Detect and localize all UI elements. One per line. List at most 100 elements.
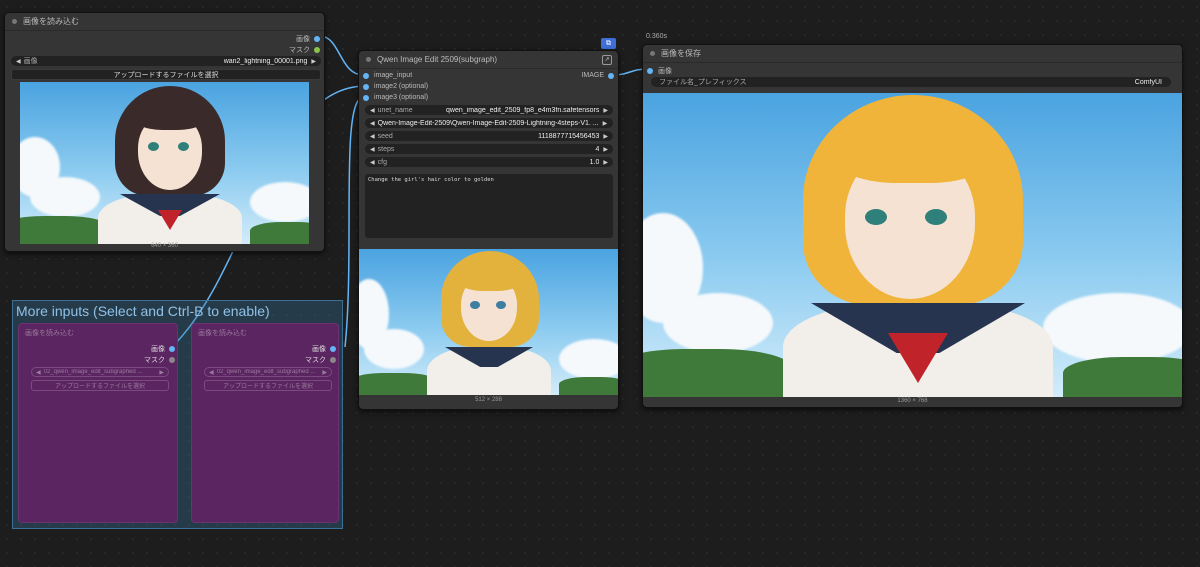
widget-label: unet_name [377,106,413,114]
seed-widget[interactable]: ◀ seed 1118877715456453 ▶ [365,131,613,141]
qwen-title-text: Qwen Image Edit 2509(subgraph) [377,55,498,64]
group-title[interactable]: More inputs (Select and Ctrl-B to enable… [13,301,342,321]
save-title-text: 画像を保存 [661,49,701,58]
load-image-title[interactable]: 画像を読み込む [5,13,324,31]
node-dot-icon [12,19,17,24]
output-image-label: 画像 [151,346,165,353]
lora-name-widget[interactable]: ◀ Qwen-Image-Edit-2509\Qwen-Image-Edit-2… [365,118,613,128]
arrow-left-icon[interactable]: ◀ [370,120,375,127]
output-image-label: IMAGE [581,72,604,79]
output-mask-slot[interactable]: マスク [289,45,320,55]
prefix-label: ファイル名_プレフィックス [659,79,747,86]
arrow-left-icon[interactable]: ◀ [36,369,41,376]
output-mask-slot[interactable]: マスク [144,355,175,365]
load-image-node[interactable]: 画像を読み込む 画像 マスク ◀ 画像 wan2_lightning_00001… [4,12,325,252]
arrow-left-icon[interactable]: ◀ [370,133,375,140]
image2-label: image2 (optional) [374,83,429,90]
image-widget-value: 02_qwen_image_edit_subgraphed ... [43,369,143,375]
arrow-right-icon[interactable]: ▶ [159,369,164,376]
input-image-input-slot[interactable]: image_input [363,72,412,79]
saved-image-dimensions: 1360 × 768 [897,398,928,404]
output-image-label: 画像 [312,346,326,353]
input-image-dimensions: 640 × 360 [151,243,178,249]
input-image3-slot[interactable]: image3 (optional) [363,94,428,101]
image-widget-label: 画像 [23,58,38,65]
output-mask-dot[interactable] [314,47,320,53]
image-file-widget[interactable]: ◀ 画像 wan2_lightning_00001.png ▶ [11,56,321,66]
qwen-subgraph-node[interactable]: Qwen Image Edit 2509(subgraph) ↗ image_i… [358,50,619,410]
arrow-right-icon[interactable]: ▶ [322,369,327,376]
widget-value: qwen_image_edit_2509_fp8_e4m3fn.safetens… [446,106,600,114]
upload-file-button[interactable]: アップロードするファイルを選択 [11,69,321,80]
save-image-title[interactable]: 画像を保存 [643,45,1182,63]
output-image-slot[interactable]: IMAGE [581,72,614,79]
output-image-dot[interactable] [330,346,336,352]
output-mask-label: マスク [289,47,310,54]
node-dot-icon [650,51,655,56]
unet-name-widget[interactable]: ◀ unet_name qwen_image_edit_2509_fp8_e4m… [365,105,613,115]
output-image-dot[interactable] [608,72,614,79]
image-input-label: image_input [374,72,413,79]
image-widget-value: wan2_lightning_00001.png [223,57,308,65]
output-image-dot[interactable] [314,36,320,42]
bypassed-load-image-node-2[interactable]: 画像を読み込む 画像 マスク ◀ 02_qwen_image_edit_subg… [191,323,339,523]
output-image-dot[interactable] [169,346,175,352]
image3-dot[interactable] [363,94,369,101]
image-widget-value: 02_qwen_image_edit_subgraphed ... [216,369,316,375]
arrow-right-icon[interactable]: ▶ [603,120,608,127]
qwen-node-title[interactable]: Qwen Image Edit 2509(subgraph) [359,51,618,69]
input-image-slot[interactable]: 画像 [647,66,672,76]
widget-label: steps [377,145,395,153]
upload-file-button[interactable]: アップロードするファイルを選択 [31,380,169,391]
image-file-widget[interactable]: ◀ 02_qwen_image_edit_subgraphed ... ▶ [204,367,332,377]
widget-value: 4 [595,145,600,153]
widget-value: Qwen-Image-Edit-2509\Qwen-Image-Edit-250… [377,119,599,127]
arrow-left-icon[interactable]: ◀ [370,159,375,166]
save-image-node[interactable]: 画像を保存 画像 ファイル名_プレフィックス ComfyUI 1360 × 76… [642,44,1183,408]
cfg-widget[interactable]: ◀ cfg 1.0 ▶ [365,157,613,167]
output-image-label: 画像 [296,36,310,43]
load-image-title-text: 画像を読み込む [23,17,79,26]
output-mask-dot[interactable] [169,357,175,363]
arrow-right-icon[interactable]: ▶ [603,107,608,114]
bypassed-load-image-node-1[interactable]: 画像を読み込む 画像 マスク ◀ 02_qwen_image_edit_subg… [18,323,178,523]
arrow-left-icon[interactable]: ◀ [209,369,214,376]
output-mask-dot[interactable] [330,357,336,363]
widget-label: cfg [377,158,387,166]
wire-image-to-image-input [319,35,364,76]
input-image-label: 画像 [658,68,672,75]
enter-subgraph-icon[interactable]: ↗ [602,55,612,65]
output-mask-label: マスク [305,357,326,364]
widget-value: 1118877715456453 [538,132,600,140]
bypassed-node-title: 画像を読み込む [198,330,247,337]
output-image-slot[interactable]: 画像 [151,344,175,354]
image3-label: image3 (optional) [374,94,429,101]
arrow-right-icon[interactable]: ▶ [603,133,608,140]
steps-widget[interactable]: ◀ steps 4 ▶ [365,144,613,154]
output-image-preview [359,249,618,395]
arrow-right-icon[interactable]: ▶ [603,159,608,166]
bypassed-node-title: 画像を読み込む [25,330,74,337]
output-mask-slot[interactable]: マスク [305,355,336,365]
arrow-left-icon[interactable]: ◀ [370,146,375,153]
arrow-left-icon[interactable]: ◀ [370,107,375,114]
input-image-preview [20,82,309,244]
filename-prefix-field[interactable]: ファイル名_プレフィックス ComfyUI [651,77,1171,87]
image-input-dot[interactable] [363,72,369,79]
upload-file-button[interactable]: アップロードするファイルを選択 [204,380,332,391]
arrow-right-icon[interactable]: ▶ [603,146,608,153]
output-image-slot[interactable]: 画像 [296,34,320,44]
arrow-left-icon[interactable]: ◀ [16,58,21,65]
more-inputs-group[interactable]: More inputs (Select and Ctrl-B to enable… [12,300,343,529]
output-image-dimensions: 512 × 288 [475,397,502,403]
input-image2-slot[interactable]: image2 (optional) [363,83,428,90]
output-image-slot[interactable]: 画像 [312,344,336,354]
subgraph-badge-icon[interactable]: ⧉ [601,38,616,49]
input-image-dot[interactable] [647,68,653,74]
node-dot-icon [366,57,371,62]
prefix-value: ComfyUI [1134,78,1162,86]
image2-dot[interactable] [363,83,369,90]
arrow-right-icon[interactable]: ▶ [311,58,316,65]
prompt-textarea[interactable]: Change the girl's hair color to golden [365,174,613,238]
image-file-widget[interactable]: ◀ 02_qwen_image_edit_subgraphed ... ▶ [31,367,169,377]
